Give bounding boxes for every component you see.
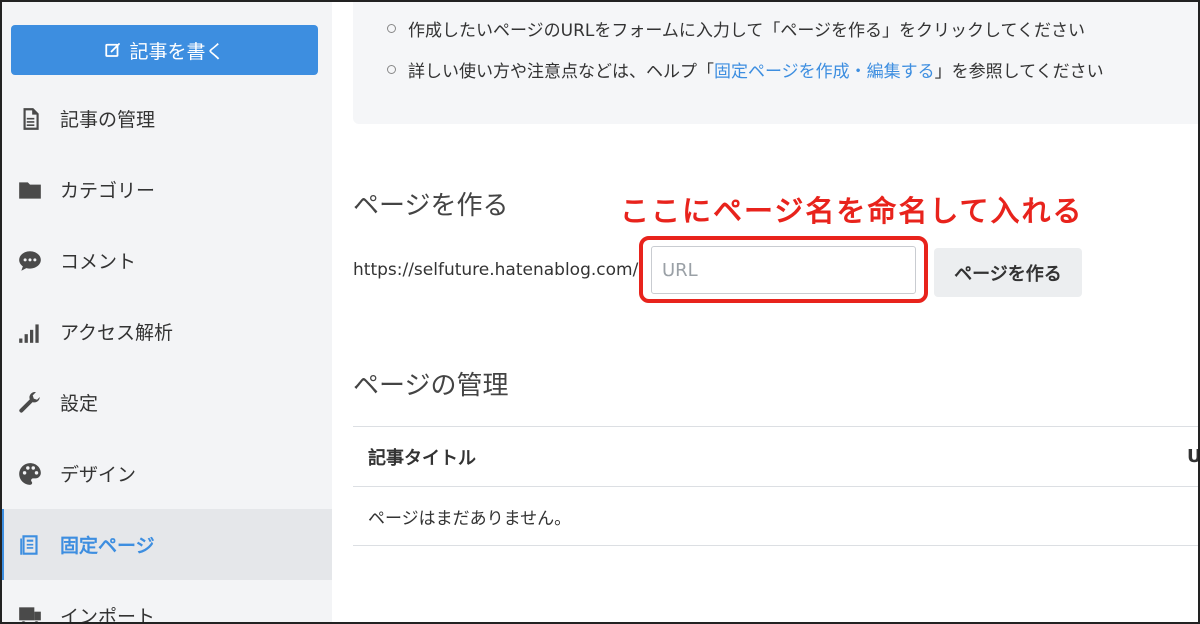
sidebar-item-label: インポート [60,606,156,624]
annotation-highlight-box [639,236,928,303]
wrench-icon [16,389,44,417]
sidebar: 記事を書く 記事の管理 カテゴリー コメント アクセス解析 設定 デザイン 固定… [0,0,332,624]
sidebar-item-comments[interactable]: コメント [0,225,332,296]
bullet-icon [387,65,396,74]
info-box: 作成したいページのURLをフォームに入力して「ページを作る」をクリックしてくださ… [353,0,1200,124]
url-prefix: https://selfuture.hatenablog.com/ [353,260,639,280]
write-article-label: 記事を書く [129,40,225,63]
table-header-row: 記事タイトル U [353,426,1200,486]
column-header-title: 記事タイトル [368,447,476,469]
sidebar-item-fixed-pages[interactable]: 固定ページ [0,509,332,580]
folder-icon [16,176,44,204]
column-header-url: U [1187,446,1200,467]
import-icon [16,602,44,624]
info-line: 詳しい使い方や注意点などは、ヘルプ「 固定ページを作成・編集する 」を参照してくださ… [387,57,1104,82]
sidebar-item-analytics[interactable]: アクセス解析 [0,296,332,367]
sidebar-item-design[interactable]: デザイン [0,438,332,509]
sidebar-item-label: デザイン [60,464,137,486]
sidebar-item-label: アクセス解析 [60,322,174,344]
pages-table: 記事タイトル U ページはまだありません。 [353,426,1200,546]
edit-icon [105,43,121,57]
info-text: 作成したいページのURLをフォームに入力して「ページを作る」をクリックしてくださ… [408,21,1086,41]
sidebar-item-label: コメント [60,251,137,273]
main-content: 作成したいページのURLをフォームに入力して「ページを作る」をクリックしてくださ… [332,0,1200,624]
manage-pages-title: ページの管理 [353,371,509,401]
write-article-button[interactable]: 記事を書く [11,25,318,75]
help-link[interactable]: 固定ページを作成・編集する [714,57,935,82]
sidebar-item-label: 記事の管理 [60,109,156,131]
create-page-button[interactable]: ページを作る [934,248,1082,297]
sidebar-item-label: 固定ページ [60,535,155,557]
annotation-text: ここにページ名を命名して入れる [620,194,1084,228]
empty-message: ページはまだありません。 [368,508,572,529]
document-icon [16,105,44,133]
signal-bars-icon [16,318,44,346]
sidebar-item-categories[interactable]: カテゴリー [0,154,332,225]
bullet-icon [387,24,396,33]
pages-icon [16,531,44,559]
sidebar-item-settings[interactable]: 設定 [0,367,332,438]
sidebar-item-import[interactable]: インポート [0,580,332,624]
info-text-suffix: 」を参照してください [934,62,1104,82]
palette-icon [16,460,44,488]
create-page-title: ページを作る [353,191,509,221]
sidebar-item-label: カテゴリー [60,180,156,202]
sidebar-item-label: 設定 [60,393,99,415]
sidebar-item-articles[interactable]: 記事の管理 [0,83,332,154]
info-text-prefix: 詳しい使い方や注意点などは、ヘルプ「 [408,62,714,82]
info-line: 作成したいページのURLをフォームに入力して「ページを作る」をクリックしてくださ… [387,16,1085,41]
comment-icon [16,247,44,275]
table-row: ページはまだありません。 [353,486,1200,546]
url-input[interactable] [651,246,916,294]
